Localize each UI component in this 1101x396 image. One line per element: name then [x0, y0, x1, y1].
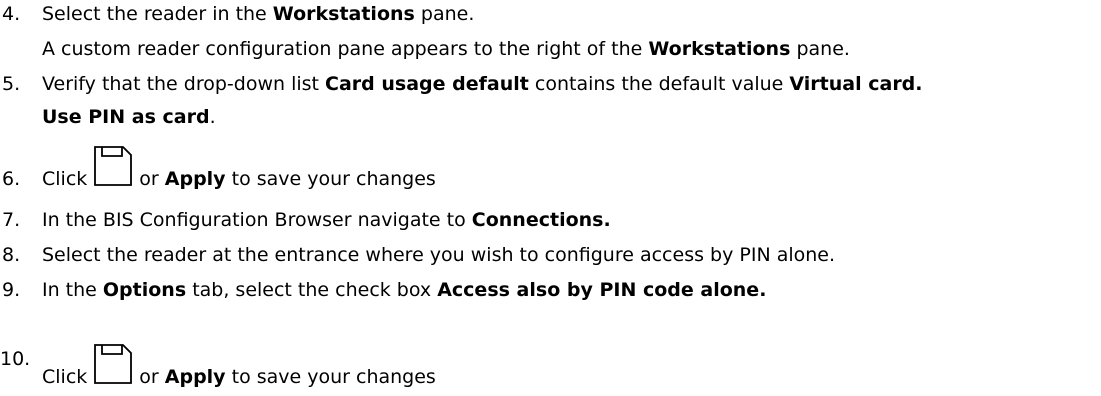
save-icon[interactable]	[93, 343, 133, 385]
save-icon[interactable]	[93, 145, 133, 187]
step-result-text: A custom reader configuration pane appea…	[42, 38, 850, 60]
step-number: 5.	[2, 73, 21, 95]
step-text: Click or Apply to save your changes	[42, 344, 436, 389]
step-text: Verify that the drop-down list Card usag…	[42, 73, 923, 95]
step-text: Click or Apply to save your changes	[42, 146, 436, 201]
step-number: 10.	[0, 348, 31, 370]
step-text: In the BIS Configuration Browser navigat…	[42, 209, 611, 231]
step-text-continuation: Use PIN as card.	[42, 106, 216, 128]
step-number: 4.	[2, 3, 21, 25]
step-number: 8.	[2, 244, 21, 266]
instruction-list: 4. Select the reader in the Workstations…	[0, 0, 1101, 396]
step-number: 7.	[2, 209, 21, 231]
step-number: 6.	[2, 168, 21, 190]
step-text: In the Options tab, select the check box…	[42, 279, 767, 301]
step-number: 9.	[2, 279, 21, 301]
step-text: Select the reader in the Workstations pa…	[42, 3, 475, 25]
step-text: Select the reader at the entrance where …	[42, 244, 836, 266]
